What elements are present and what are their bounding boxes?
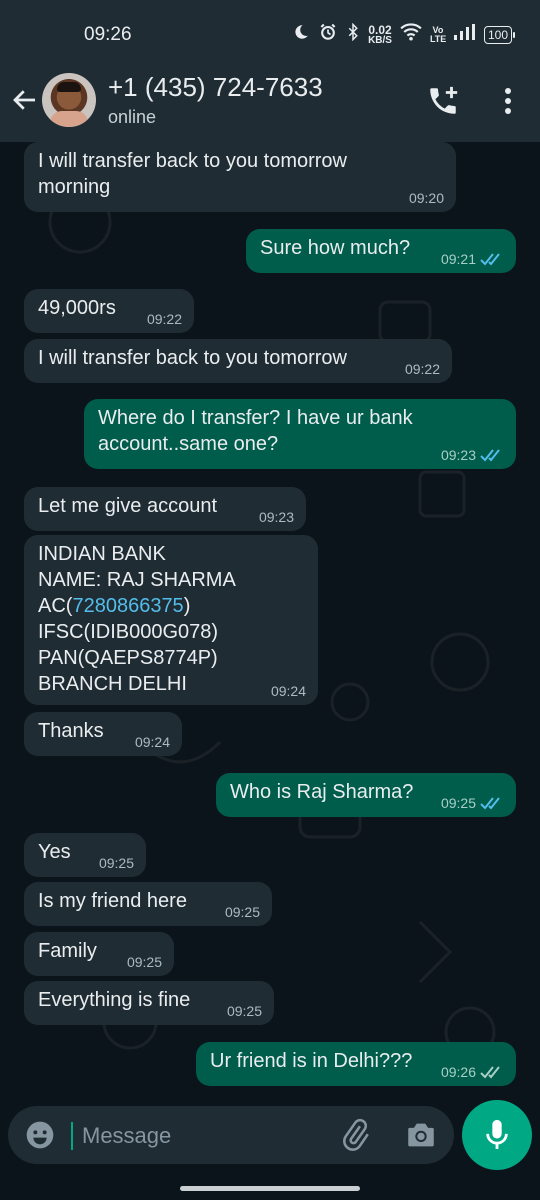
message-time: 09:25 — [226, 1003, 262, 1019]
chat-area[interactable]: I will transfer back to you tomorrow mor… — [0, 142, 540, 1100]
voice-message-button[interactable] — [462, 1100, 532, 1170]
text-cursor — [71, 1122, 73, 1150]
avatar-hair — [57, 82, 81, 92]
mic-icon — [486, 1119, 508, 1149]
status-time: 09:26 — [84, 24, 132, 45]
message-time: 09:22 — [404, 361, 440, 377]
network-speed-unit: KB/S — [368, 34, 392, 46]
contact-name[interactable]: +1 (435) 724-7633 — [108, 72, 323, 103]
avatar-shirt — [50, 111, 88, 127]
contact-status: online — [108, 107, 157, 127]
message-time: 09:21 — [440, 251, 476, 267]
message-outgoing[interactable]: Sure how much? 09:21 — [246, 229, 516, 273]
read-ticks-icon — [480, 253, 500, 266]
account-ac-suffix: ) — [183, 595, 191, 617]
status-bar: 09:26 0.02 KB/S Vo LTE 100 — [0, 0, 540, 72]
account-line-ifsc: IFSC(IDIB000G078) — [38, 621, 219, 643]
message-input[interactable] — [80, 1117, 324, 1155]
message-incoming[interactable]: Thanks 09:24 — [24, 712, 182, 756]
volte-indicator: Vo LTE — [429, 24, 447, 44]
message-time: 09:23 — [258, 509, 294, 525]
account-number-link[interactable]: 7280866375 — [72, 595, 183, 617]
read-ticks-icon — [480, 449, 500, 462]
message-time: 09:22 — [146, 311, 182, 327]
camera-icon — [408, 1123, 434, 1147]
network-speed-value: 0.02 — [368, 22, 392, 37]
message-incoming[interactable]: Yes 09:25 — [24, 833, 146, 877]
message-time: 09:23 — [440, 447, 476, 463]
message-incoming[interactable]: Family 09:25 — [24, 932, 174, 976]
message-time: 09:20 — [408, 190, 444, 206]
message-outgoing[interactable]: Ur friend is in Delhi??? 09:26 — [196, 1042, 516, 1086]
message-text: I will transfer back to you tomorrow mor… — [38, 150, 347, 198]
account-line-branch: BRANCH DELHI — [38, 673, 187, 695]
message-incoming-account-details[interactable]: INDIAN BANK NAME: RAJ SHARMA AC(72808663… — [24, 535, 318, 705]
battery-indicator: 100 — [483, 25, 516, 44]
message-input-bar — [8, 1106, 454, 1164]
account-line-name: NAME: RAJ SHARMA — [38, 569, 236, 591]
message-outgoing[interactable]: Who is Raj Sharma? 09:25 — [216, 773, 516, 817]
message-incoming[interactable]: Is my friend here 09:25 — [24, 882, 272, 926]
chat-header: +1 (435) 724-7633 online — [0, 72, 540, 142]
account-line-ac: AC(7280866375) — [38, 593, 304, 619]
attach-button[interactable] — [338, 1118, 372, 1152]
gesture-nav-bar[interactable] — [180, 1186, 360, 1191]
status-icons: 0.02 KB/S Vo LTE 100 — [292, 22, 516, 47]
message-text: Let me give account — [38, 495, 217, 517]
message-time: 09:26 — [440, 1064, 476, 1080]
message-time: 09:25 — [440, 795, 476, 811]
more-options-button[interactable] — [497, 86, 519, 116]
camera-button[interactable] — [404, 1118, 438, 1152]
emoji-icon — [26, 1121, 54, 1149]
account-line-bank: INDIAN BANK — [38, 543, 166, 565]
more-vert-icon — [505, 88, 511, 114]
delivered-ticks-icon — [480, 1066, 500, 1079]
emoji-button[interactable] — [24, 1119, 56, 1151]
message-incoming[interactable]: 49,000rs 09:22 — [24, 289, 194, 333]
bluetooth-icon — [346, 22, 360, 46]
moon-icon — [292, 23, 310, 46]
message-incoming[interactable]: I will transfer back to you tomorrow 09:… — [24, 339, 452, 383]
message-text: I will transfer back to you tomorrow — [38, 347, 347, 369]
message-time: 09:25 — [224, 904, 260, 920]
message-time: 09:24 — [270, 683, 306, 699]
composer-area — [0, 1100, 540, 1200]
message-incoming[interactable]: Let me give account 09:23 — [24, 487, 306, 531]
wifi-icon — [400, 23, 422, 46]
network-speed: 0.02 KB/S — [368, 24, 392, 46]
back-arrow-icon — [13, 90, 35, 110]
account-ac-prefix: AC( — [38, 595, 73, 617]
message-outgoing[interactable]: Where do I transfer? I have ur bank acco… — [84, 399, 516, 469]
account-line-pan: PAN(QAEPS8774P) — [38, 647, 218, 669]
contact-avatar[interactable] — [42, 73, 96, 127]
message-time: 09:25 — [126, 954, 162, 970]
read-ticks-icon — [480, 797, 500, 810]
message-time: 09:24 — [134, 734, 170, 750]
message-incoming[interactable]: Everything is fine 09:25 — [24, 981, 274, 1025]
message-incoming[interactable]: I will transfer back to you tomorrow mor… — [24, 142, 456, 212]
message-time: 09:25 — [98, 855, 134, 871]
alarm-icon — [318, 22, 338, 47]
back-button[interactable] — [10, 85, 40, 115]
attach-icon — [343, 1118, 369, 1151]
add-call-icon — [430, 86, 458, 114]
signal-icon — [453, 24, 476, 45]
add-call-button[interactable] — [426, 84, 460, 118]
